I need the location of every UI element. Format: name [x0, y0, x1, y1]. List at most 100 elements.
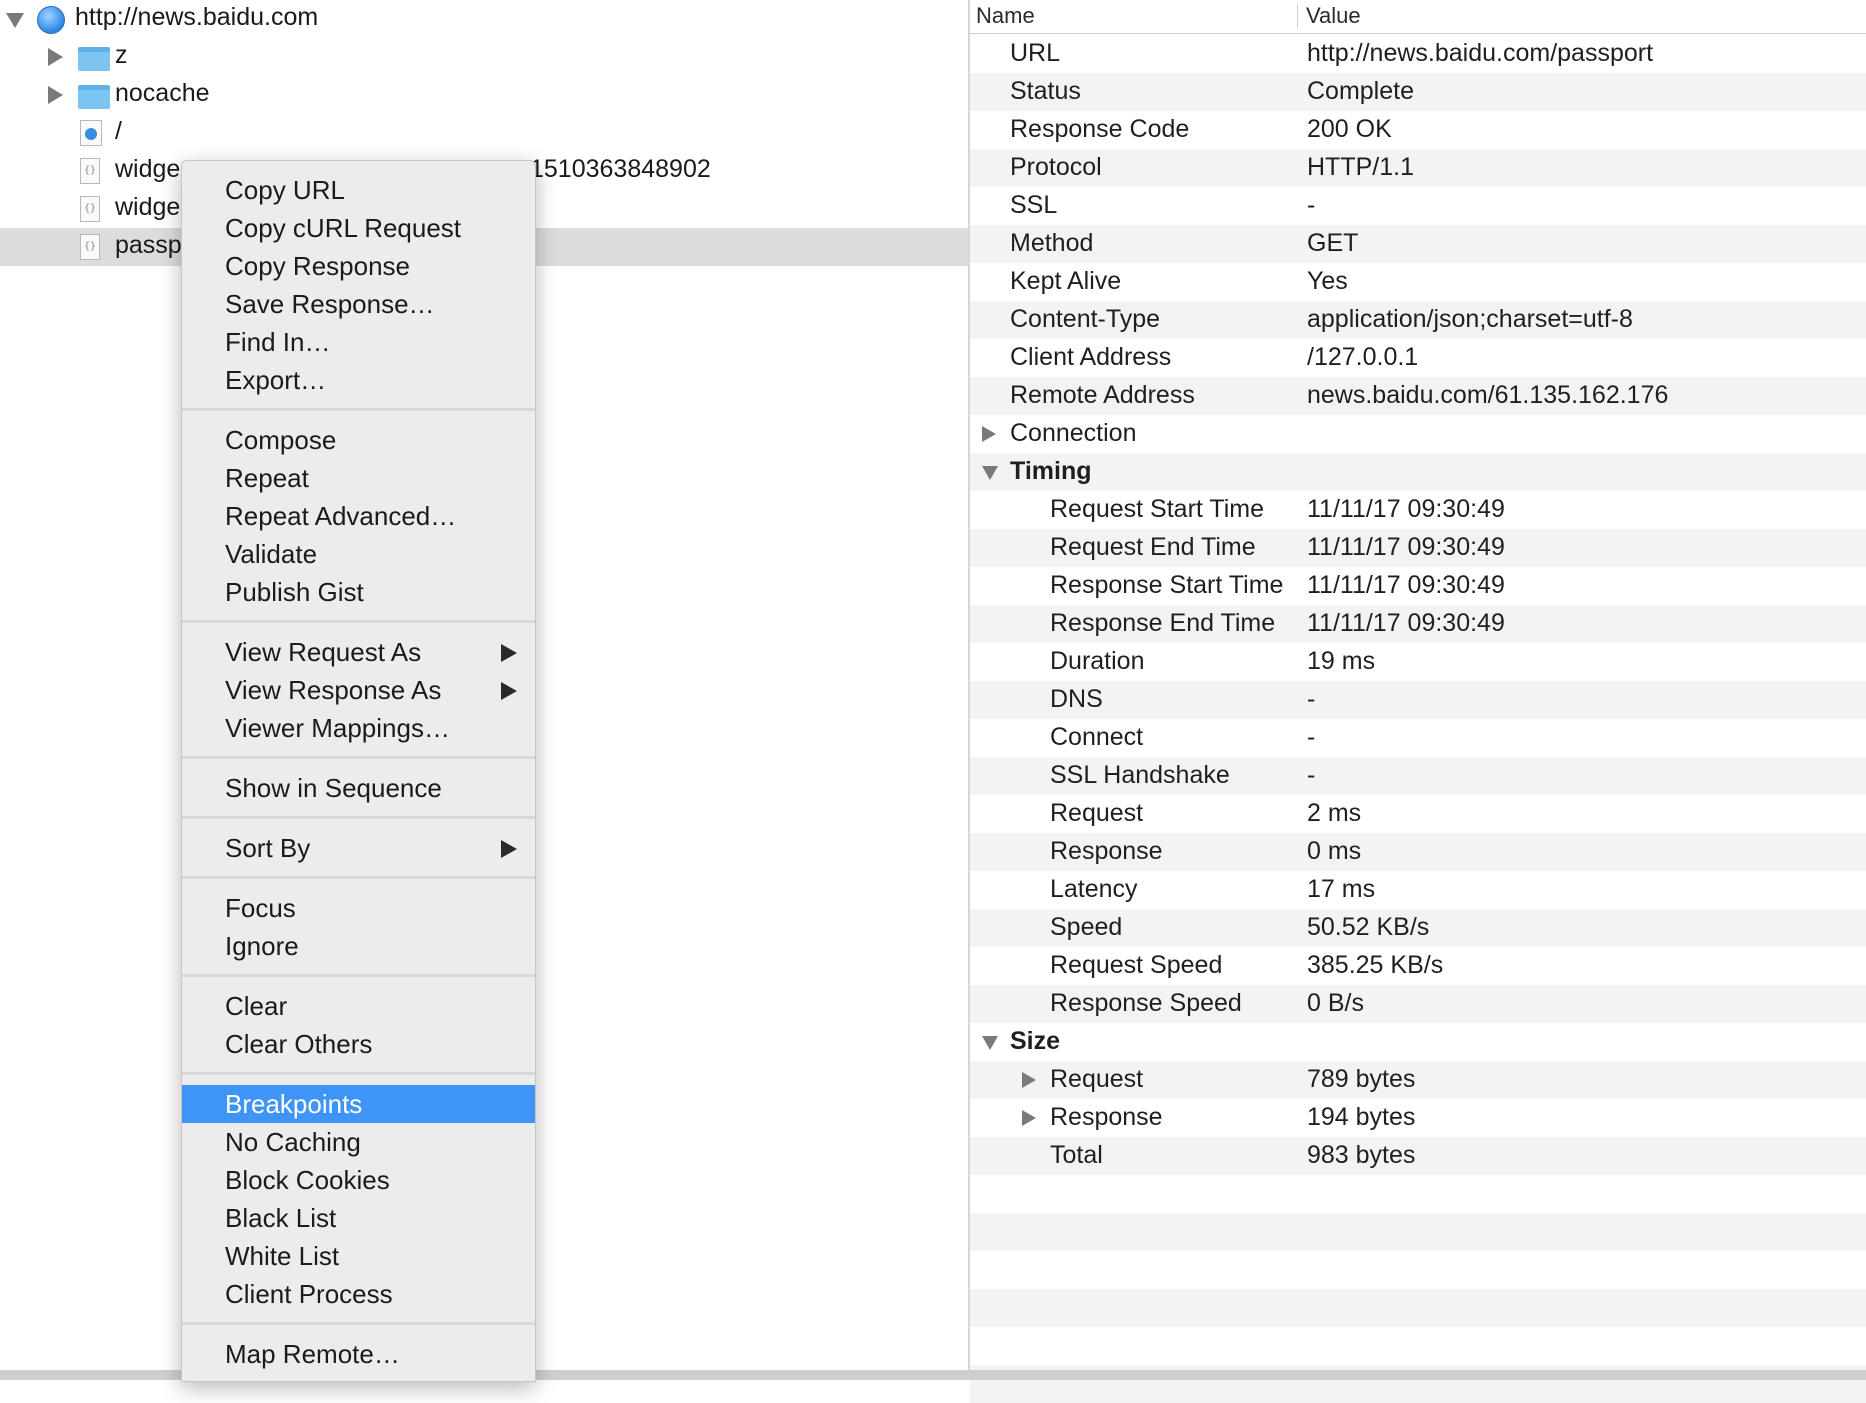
menu-item-repeat[interactable]: Repeat — [182, 459, 535, 497]
disclosure-collapsed-icon[interactable] — [982, 426, 996, 442]
menu-item-publish-gist[interactable]: Publish Gist — [182, 573, 535, 611]
submenu-arrow-icon — [501, 644, 517, 662]
detail-row-status[interactable]: Status Complete — [970, 73, 1866, 111]
disclosure-collapsed-icon[interactable] — [1022, 1072, 1036, 1088]
tree-row-folder-nocache[interactable]: nocache — [0, 76, 968, 114]
row-name: Response Start Time — [1050, 571, 1284, 599]
menu-group-sort: Sort By — [182, 819, 535, 879]
row-name: Request Start Time — [1050, 495, 1264, 523]
menu-item-copy-curl-request[interactable]: Copy cURL Request — [182, 209, 535, 247]
menu-item-white-list[interactable]: White List — [182, 1237, 535, 1275]
menu-item-map-remote[interactable]: Map Remote… — [182, 1335, 535, 1373]
row-name: Response End Time — [1050, 609, 1276, 637]
menu-item-compose[interactable]: Compose — [182, 421, 535, 459]
detail-row-latency[interactable]: Latency 17 ms — [970, 871, 1866, 909]
detail-row-kept-alive[interactable]: Kept Alive Yes — [970, 263, 1866, 301]
detail-row-url[interactable]: URL http://news.baidu.com/passport — [970, 35, 1866, 73]
row-value: 50.52 KB/s — [1307, 913, 1430, 941]
row-name: DNS — [1050, 685, 1103, 713]
menu-item-export[interactable]: Export… — [182, 361, 535, 399]
row-name: Client Address — [1010, 343, 1172, 371]
menu-item-black-list[interactable]: Black List — [182, 1199, 535, 1237]
empty-row — [970, 1327, 1866, 1365]
folder-icon — [78, 85, 110, 109]
row-name: Content-Type — [1010, 305, 1161, 333]
detail-row-duration[interactable]: Duration 19 ms — [970, 643, 1866, 681]
menu-item-copy-url[interactable]: Copy URL — [182, 171, 535, 209]
disclosure-collapsed-icon[interactable] — [48, 48, 63, 66]
menu-item-show-in-sequence[interactable]: Show in Sequence — [182, 769, 535, 807]
column-header-value[interactable]: Value — [1306, 3, 1361, 29]
row-name: Total — [1050, 1141, 1103, 1169]
menu-item-clear-others[interactable]: Clear Others — [182, 1025, 535, 1063]
row-value: 11/11/17 09:30:49 — [1307, 533, 1505, 561]
disclosure-expanded-icon[interactable] — [6, 13, 24, 28]
row-value: - — [1307, 761, 1316, 789]
disclosure-expanded-icon[interactable] — [982, 1036, 998, 1050]
menu-item-view-request-as[interactable]: View Request As — [182, 633, 535, 671]
menu-item-validate[interactable]: Validate — [182, 535, 535, 573]
detail-row-ssl-handshake[interactable]: SSL Handshake - — [970, 757, 1866, 795]
disclosure-expanded-icon[interactable] — [982, 466, 998, 480]
tree-row-root-host[interactable]: http://news.baidu.com — [0, 0, 968, 38]
detail-row-protocol[interactable]: Protocol HTTP/1.1 — [970, 149, 1866, 187]
detail-row-connection[interactable]: Connection — [970, 415, 1866, 453]
detail-row-request-start-time[interactable]: Request Start Time 11/11/17 09:30:49 — [970, 491, 1866, 529]
detail-row-size-total[interactable]: Total 983 bytes — [970, 1137, 1866, 1175]
detail-row-timing-response[interactable]: Response 0 ms — [970, 833, 1866, 871]
menu-item-clear[interactable]: Clear — [182, 987, 535, 1025]
menu-item-sort-by[interactable]: Sort By — [182, 829, 535, 867]
tree-item-label: widge — [115, 193, 181, 221]
detail-row-size-response[interactable]: Response 194 bytes — [970, 1099, 1866, 1137]
menu-item-ignore[interactable]: Ignore — [182, 927, 535, 965]
tree-item-label: http://news.baidu.com — [75, 3, 319, 31]
detail-row-speed[interactable]: Speed 50.52 KB/s — [970, 909, 1866, 947]
detail-row-response-end-time[interactable]: Response End Time 11/11/17 09:30:49 — [970, 605, 1866, 643]
row-value: GET — [1307, 229, 1359, 257]
detail-row-dns[interactable]: DNS - — [970, 681, 1866, 719]
detail-row-content-type[interactable]: Content-Type application/json;charset=utf… — [970, 301, 1866, 339]
detail-row-method[interactable]: Method GET — [970, 225, 1866, 263]
menu-item-repeat-advanced[interactable]: Repeat Advanced… — [182, 497, 535, 535]
menu-item-focus[interactable]: Focus — [182, 889, 535, 927]
detail-row-response-speed[interactable]: Response Speed 0 B/s — [970, 985, 1866, 1023]
detail-row-response-start-time[interactable]: Response Start Time 11/11/17 09:30:49 — [970, 567, 1866, 605]
detail-row-timing[interactable]: Timing — [970, 453, 1866, 491]
detail-row-client-address[interactable]: Client Address/127.0.0.1 — [970, 339, 1866, 377]
tree-row-root-path[interactable]: / — [0, 114, 968, 152]
menu-item-breakpoints[interactable]: Breakpoints — [182, 1085, 535, 1123]
menu-item-client-process[interactable]: Client Process — [182, 1275, 535, 1313]
row-value: 11/11/17 09:30:49 — [1307, 609, 1505, 637]
tree-row-folder-z[interactable]: z — [0, 38, 968, 76]
detail-row-size[interactable]: Size — [970, 1023, 1866, 1061]
menu-item-copy-response[interactable]: Copy Response — [182, 247, 535, 285]
detail-row-request-speed[interactable]: Request Speed 385.25 KB/s — [970, 947, 1866, 985]
disclosure-collapsed-icon[interactable] — [1022, 1110, 1036, 1126]
row-name: Timing — [1010, 457, 1092, 485]
row-value: http://news.baidu.com/passport — [1307, 39, 1654, 67]
menu-item-block-cookies[interactable]: Block Cookies — [182, 1161, 535, 1199]
detail-row-response-code[interactable]: Response Code 200 OK — [970, 111, 1866, 149]
disclosure-collapsed-icon[interactable] — [48, 86, 63, 104]
column-header-name[interactable]: Name — [976, 3, 1035, 29]
detail-row-connect[interactable]: Connect - — [970, 719, 1866, 757]
row-value: 194 bytes — [1307, 1103, 1416, 1131]
row-name: Duration — [1050, 647, 1145, 675]
detail-row-request-end-time[interactable]: Request End Time 11/11/17 09:30:49 — [970, 529, 1866, 567]
menu-item-find-in[interactable]: Find In… — [182, 323, 535, 361]
detail-row-remote-address[interactable]: Remote Address news.baidu.com/61.135.162.… — [970, 377, 1866, 415]
detail-row-size-request[interactable]: Request 789 bytes — [970, 1061, 1866, 1099]
globe-icon — [37, 6, 65, 34]
row-name: Remote Address — [1010, 381, 1195, 409]
column-separator[interactable] — [1297, 4, 1298, 28]
row-value: Complete — [1307, 77, 1414, 105]
menu-item-view-response-as[interactable]: View Response As — [182, 671, 535, 709]
menu-item-viewer-mappings[interactable]: Viewer Mappings… — [182, 709, 535, 747]
row-value: 0 B/s — [1307, 989, 1364, 1017]
menu-item-save-response[interactable]: Save Response… — [182, 285, 535, 323]
row-name: Response Speed — [1050, 989, 1242, 1017]
detail-row-ssl[interactable]: SSL - — [970, 187, 1866, 225]
menu-item-no-caching[interactable]: No Caching — [182, 1123, 535, 1161]
row-name: Connect — [1050, 723, 1144, 751]
detail-row-timing-request[interactable]: Request 2 ms — [970, 795, 1866, 833]
